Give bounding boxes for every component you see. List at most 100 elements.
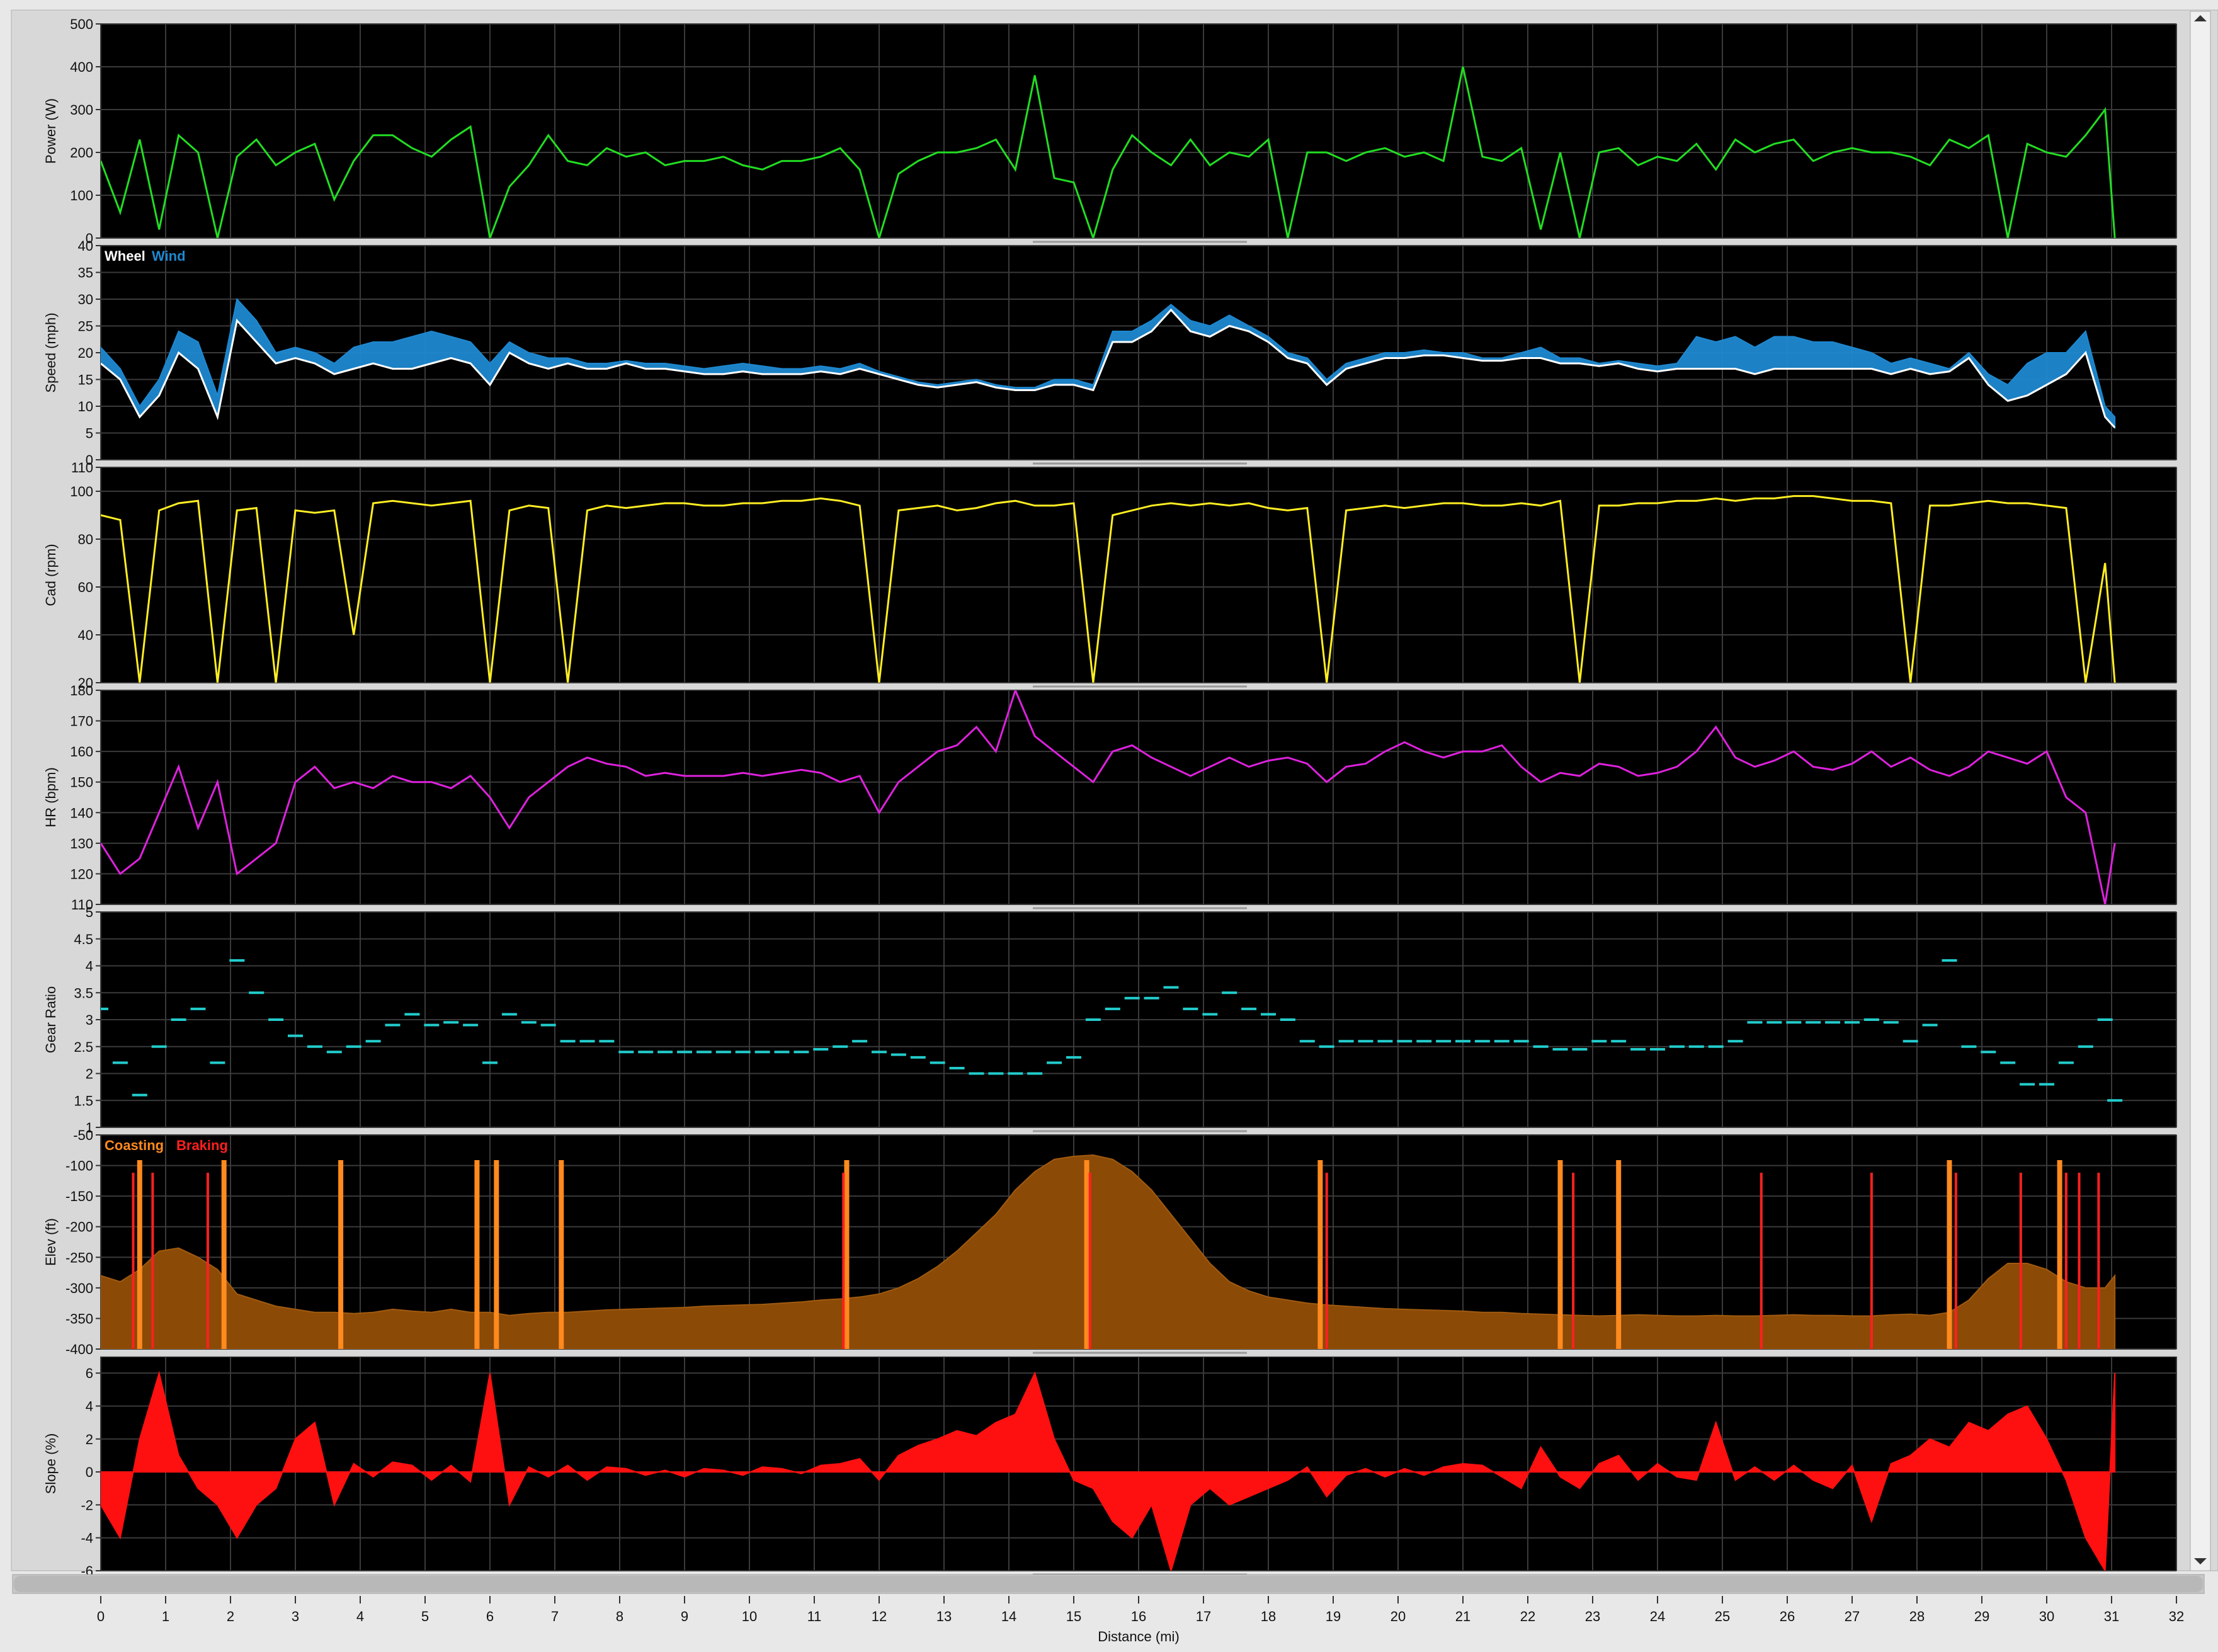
xtick-label: 28	[1909, 1609, 1925, 1624]
gear-point	[696, 1051, 712, 1054]
slope-ytick-label: 4	[86, 1398, 93, 1414]
gear-point	[1377, 1040, 1393, 1043]
braking-marker	[151, 1173, 154, 1349]
gear-point	[2039, 1083, 2054, 1086]
braking-marker	[1572, 1173, 1575, 1349]
gear-point	[1747, 1021, 1763, 1024]
xtick-label: 20	[1391, 1609, 1406, 1624]
gear-point	[560, 1040, 576, 1043]
power-ytick-label: 500	[70, 16, 93, 32]
gear-point	[307, 1045, 322, 1048]
xtick-label: 11	[807, 1609, 822, 1624]
gear-point	[1299, 1040, 1315, 1043]
xtick-label: 31	[2104, 1609, 2119, 1624]
gear-point	[1416, 1040, 1432, 1043]
gear-point	[249, 991, 264, 994]
slope-ytick-label: 0	[86, 1464, 93, 1480]
speed-ytick-label: 5	[86, 426, 93, 441]
xtick-label: 4	[356, 1609, 364, 1624]
gear-point	[1163, 986, 1179, 989]
xtick-label: 23	[1585, 1609, 1600, 1624]
speed-ytick-label: 15	[78, 372, 93, 388]
coasting-marker	[494, 1160, 499, 1349]
gear-point	[715, 1051, 731, 1054]
gear-ytick-label: 4	[86, 959, 93, 974]
gear-point	[910, 1056, 926, 1059]
braking-marker	[132, 1173, 135, 1349]
gear-point	[2107, 1099, 2123, 1102]
coasting-marker	[844, 1160, 850, 1349]
gear-point	[2058, 1061, 2074, 1064]
horizontal-scroll-thumb[interactable]	[14, 1576, 2203, 1592]
speed-ytick-label: 35	[78, 265, 93, 281]
xtick-label: 19	[1326, 1609, 1341, 1624]
xtick-label: 13	[936, 1609, 952, 1624]
elev-ylabel: Elev (ft)	[43, 1218, 59, 1266]
xtick-label: 16	[1131, 1609, 1146, 1624]
elev-legend-coasting: Coasting	[105, 1137, 164, 1153]
braking-marker	[1325, 1173, 1328, 1349]
slope-ytick-label: -2	[81, 1497, 93, 1513]
power-ylabel: Power (W)	[43, 98, 59, 164]
xtick-label: 22	[1520, 1609, 1535, 1624]
gear-point	[1261, 1013, 1276, 1016]
speed-legend-wind: Wind	[152, 248, 186, 264]
elev-ytick-label: -150	[65, 1188, 93, 1204]
braking-marker	[1760, 1173, 1763, 1349]
elev-ytick-label: -100	[65, 1158, 93, 1174]
gear-ytick-label: 5	[86, 904, 93, 920]
gear-point	[210, 1061, 225, 1064]
gear-point	[1572, 1048, 1588, 1051]
gear-point	[1513, 1040, 1529, 1043]
gear-point	[2000, 1061, 2016, 1064]
gear-point	[2078, 1045, 2093, 1048]
gear-point	[949, 1066, 965, 1069]
gear-point	[1397, 1040, 1413, 1043]
braking-marker	[2097, 1173, 2100, 1349]
elev-ytick-label: -250	[65, 1250, 93, 1265]
gear-point	[1863, 1018, 1879, 1021]
xtick-label: 5	[421, 1609, 429, 1624]
slope-ytick-label: 2	[86, 1432, 93, 1447]
slope-ylabel: Slope (%)	[43, 1433, 59, 1495]
gear-point	[1766, 1021, 1782, 1024]
braking-marker	[2064, 1173, 2067, 1349]
gear-point	[482, 1061, 498, 1064]
gear-ytick-label: 2	[86, 1066, 93, 1082]
gear-point	[735, 1051, 751, 1054]
gear-point	[890, 1053, 906, 1056]
xtick-label: 15	[1066, 1609, 1081, 1624]
speed-panel: 0510152025303540Speed (mph)Wheel Wind	[43, 238, 2177, 468]
power-panel: 0100200300400500Power (W)	[43, 16, 2177, 246]
hr-ytick-label: 160	[70, 744, 93, 760]
gear-point	[365, 1040, 381, 1043]
speed-ytick-label: 25	[78, 319, 93, 334]
speed-ytick-label: 20	[78, 345, 93, 361]
gear-point	[1942, 959, 1957, 962]
gear-point	[1027, 1072, 1043, 1075]
gear-point	[988, 1072, 1004, 1075]
power-ytick-label: 200	[70, 145, 93, 161]
gear-point	[1630, 1048, 1646, 1051]
gear-point	[443, 1021, 459, 1024]
gear-point	[1319, 1045, 1334, 1048]
gear-point	[1085, 1018, 1101, 1021]
gear-point	[2097, 1018, 2113, 1021]
gear-point	[1474, 1040, 1490, 1043]
xtick-label: 21	[1455, 1609, 1470, 1624]
gear-ylabel: Gear Ratio	[43, 986, 59, 1053]
gear-point	[404, 1013, 420, 1016]
xtick-label: 1	[162, 1609, 169, 1624]
cadence-ytick-label: 110	[71, 460, 93, 476]
coasting-marker	[1557, 1160, 1563, 1349]
xtick-label: 10	[742, 1609, 757, 1624]
gear-point	[1883, 1021, 1899, 1024]
horizontal-scrollbar[interactable]	[12, 1574, 2205, 1594]
gear-point	[1202, 1013, 1218, 1016]
gear-point	[385, 1023, 401, 1027]
gear-point	[1436, 1040, 1452, 1043]
coasting-marker	[474, 1160, 480, 1349]
hr-panel: 110120130140150160170180HR (bpm)	[43, 683, 2177, 913]
x-axis-label: Distance (mi)	[1098, 1629, 1180, 1644]
vertical-scrollbar[interactable]	[2190, 11, 2211, 1571]
